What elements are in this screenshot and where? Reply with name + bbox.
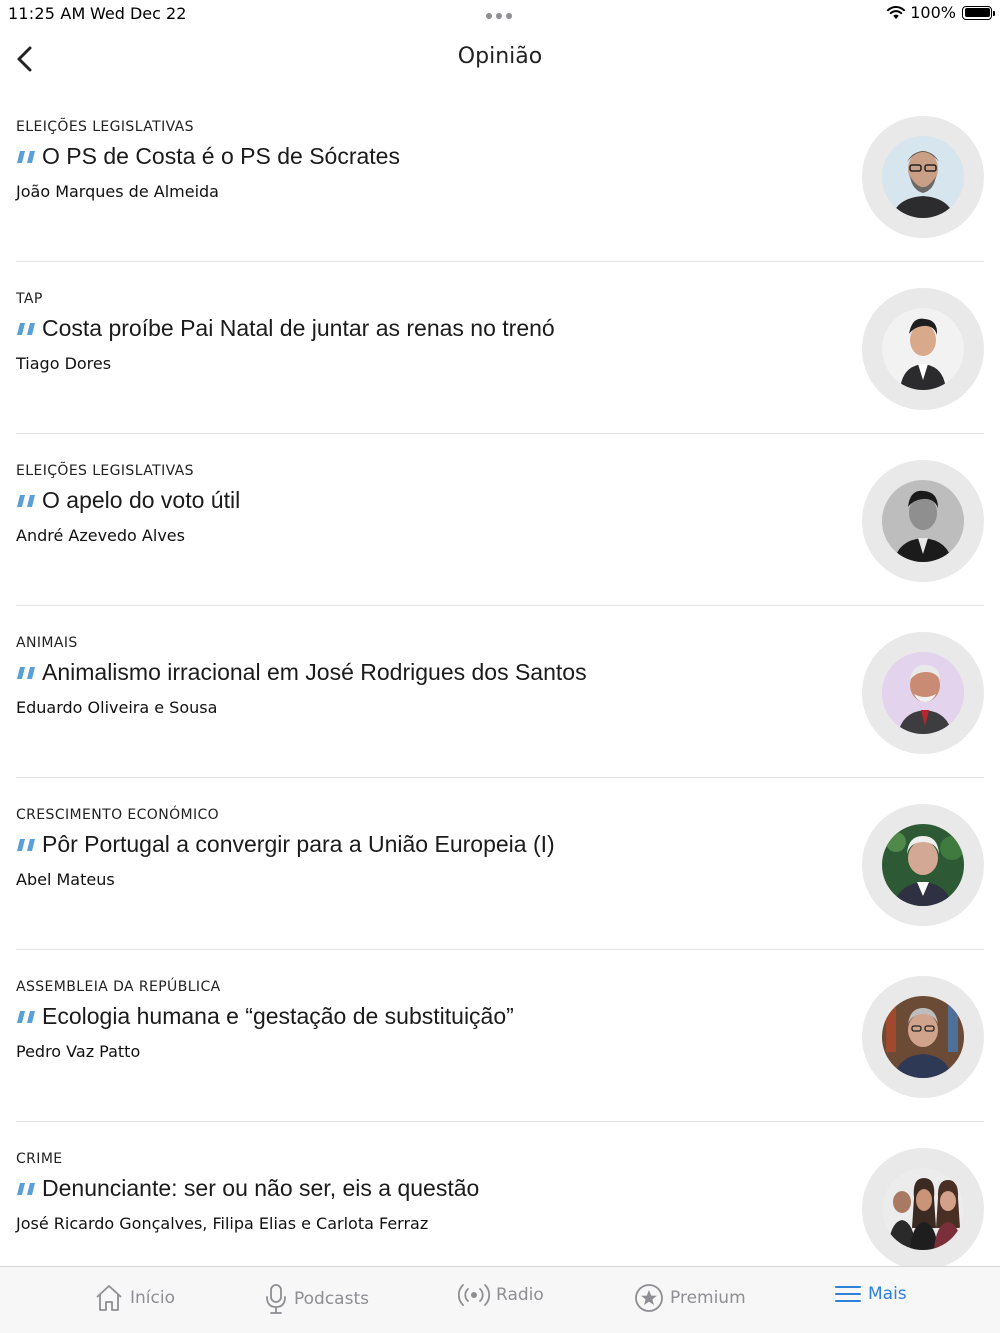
article-author: José Ricardo Gonçalves, Filipa Elias e C… bbox=[16, 1214, 429, 1233]
author-avatar bbox=[862, 804, 984, 926]
author-photo bbox=[882, 480, 964, 562]
battery-percentage: 100% bbox=[910, 3, 956, 22]
article-category: ANIMAIS bbox=[16, 635, 78, 651]
page-title: Opinião bbox=[457, 44, 543, 69]
article-headline[interactable]: Animalismo irracional em José Rodrigues … bbox=[16, 659, 587, 686]
quote-icon bbox=[17, 838, 35, 851]
article-category: CRIME bbox=[16, 1151, 63, 1167]
article-category: ELEIÇÕES LEGISLATIVAS bbox=[16, 463, 194, 479]
article-item[interactable]: ELEIÇÕES LEGISLATIVAS O apelo do voto út… bbox=[16, 434, 984, 606]
article-author: Abel Mateus bbox=[16, 870, 115, 889]
quote-icon bbox=[17, 1182, 35, 1195]
article-category: CRESCIMENTO ECONÓMICO bbox=[16, 807, 220, 823]
article-author: Tiago Dores bbox=[16, 354, 112, 373]
author-photo bbox=[882, 996, 964, 1078]
author-avatar bbox=[862, 1148, 984, 1270]
tab-mais[interactable]: Mais bbox=[834, 1283, 907, 1305]
status-indicators: 100% bbox=[886, 3, 995, 22]
author-avatar bbox=[862, 288, 984, 410]
article-author: Eduardo Oliveira e Sousa bbox=[16, 698, 218, 717]
article-headline-text: Pôr Portugal a convergir para a União Eu… bbox=[42, 831, 555, 857]
article-headline-text: Denunciante: ser ou não ser, eis a quest… bbox=[42, 1175, 480, 1201]
tab-label: Premium bbox=[670, 1288, 746, 1308]
battery-icon bbox=[962, 5, 995, 20]
article-item[interactable]: CRESCIMENTO ECONÓMICO Pôr Portugal a con… bbox=[16, 778, 984, 950]
author-avatar bbox=[862, 116, 984, 238]
article-item[interactable]: ASSEMBLEIA DA REPÚBLICA Ecologia humana … bbox=[16, 950, 984, 1122]
author-photo bbox=[882, 1168, 964, 1250]
article-list: ELEIÇÕES LEGISLATIVAS O PS de Costa é o … bbox=[0, 90, 1000, 1293]
article-category: ASSEMBLEIA DA REPÚBLICA bbox=[16, 979, 221, 995]
tab-premium[interactable]: Premium bbox=[634, 1283, 746, 1313]
quote-icon bbox=[17, 494, 35, 507]
radio-icon bbox=[458, 1284, 490, 1306]
article-author: Pedro Vaz Patto bbox=[16, 1042, 141, 1061]
multitasking-dots-icon[interactable] bbox=[486, 13, 516, 19]
navigation-bar: Opinião bbox=[0, 28, 1000, 90]
author-avatar bbox=[862, 976, 984, 1098]
tab-label: Radio bbox=[496, 1285, 544, 1305]
article-headline[interactable]: O apelo do voto útil bbox=[16, 487, 240, 514]
article-author: João Marques de Almeida bbox=[16, 182, 219, 201]
menu-icon bbox=[835, 1286, 861, 1302]
article-item[interactable]: TAP Costa proíbe Pai Natal de juntar as … bbox=[16, 262, 984, 434]
wifi-icon bbox=[887, 6, 906, 19]
article-author: André Azevedo Alves bbox=[16, 526, 185, 545]
tab-bar: Início Podcasts Radio Premium Mais bbox=[0, 1266, 1000, 1333]
tab-label: Podcasts bbox=[294, 1289, 369, 1309]
home-icon bbox=[96, 1285, 122, 1311]
article-headline-text: Costa proíbe Pai Natal de juntar as rena… bbox=[42, 315, 555, 341]
tab-label: Início bbox=[130, 1288, 175, 1308]
article-item[interactable]: ELEIÇÕES LEGISLATIVAS O PS de Costa é o … bbox=[16, 90, 984, 262]
tab-inicio[interactable]: Início bbox=[94, 1283, 175, 1313]
article-headline[interactable]: O PS de Costa é o PS de Sócrates bbox=[16, 143, 400, 170]
author-photo bbox=[882, 136, 964, 218]
article-category: TAP bbox=[16, 291, 43, 307]
article-headline-text: O PS de Costa é o PS de Sócrates bbox=[42, 143, 400, 169]
quote-icon bbox=[17, 150, 35, 163]
author-photo bbox=[882, 652, 964, 734]
author-avatar bbox=[862, 460, 984, 582]
article-headline[interactable]: Pôr Portugal a convergir para a União Eu… bbox=[16, 831, 555, 858]
quote-icon bbox=[17, 1010, 35, 1023]
tab-radio[interactable]: Radio bbox=[458, 1283, 544, 1307]
status-date: Wed Dec 22 bbox=[90, 4, 187, 23]
author-photo bbox=[882, 824, 964, 906]
tab-podcasts[interactable]: Podcasts bbox=[264, 1283, 369, 1315]
quote-icon bbox=[17, 322, 35, 335]
author-photo bbox=[882, 308, 964, 390]
article-item[interactable]: ANIMAIS Animalismo irracional em José Ro… bbox=[16, 606, 984, 778]
tab-label: Mais bbox=[868, 1284, 907, 1304]
article-headline-text: Animalismo irracional em José Rodrigues … bbox=[42, 659, 587, 685]
author-avatar bbox=[862, 632, 984, 754]
microphone-icon bbox=[266, 1284, 286, 1314]
status-time: 11:25 AM bbox=[8, 4, 86, 23]
star-icon bbox=[635, 1284, 663, 1312]
article-headline[interactable]: Denunciante: ser ou não ser, eis a quest… bbox=[16, 1175, 479, 1202]
quote-icon bbox=[17, 666, 35, 679]
article-headline[interactable]: Ecologia humana e “gestação de substitui… bbox=[16, 1003, 514, 1030]
article-category: ELEIÇÕES LEGISLATIVAS bbox=[16, 119, 194, 135]
article-headline-text: Ecologia humana e “gestação de substitui… bbox=[42, 1003, 514, 1029]
article-headline-text: O apelo do voto útil bbox=[42, 487, 241, 513]
article-headline[interactable]: Costa proíbe Pai Natal de juntar as rena… bbox=[16, 315, 555, 342]
status-bar: 11:25 AM Wed Dec 22 100% bbox=[0, 0, 1000, 28]
